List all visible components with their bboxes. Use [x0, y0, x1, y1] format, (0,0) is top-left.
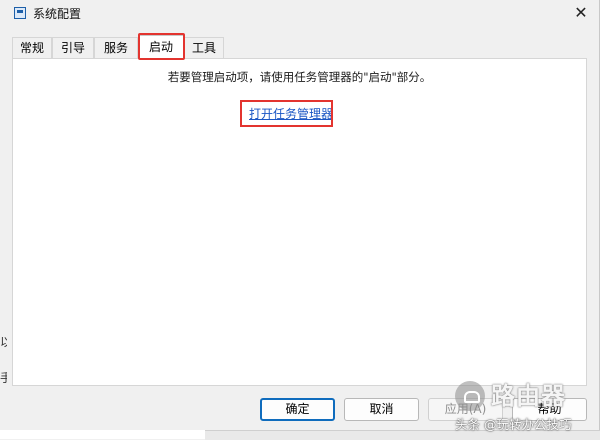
tab-tools[interactable]: 工具: [184, 37, 224, 58]
tab-boot[interactable]: 引导: [52, 37, 94, 58]
highlight-box-startup-tab: [138, 33, 185, 60]
title-bar[interactable]: 系统配置 ✕: [0, 0, 599, 30]
cancel-button[interactable]: 取消: [344, 398, 419, 421]
background-text-fragment: 以: [0, 335, 7, 349]
startup-info-text: 若要管理启动项，请使用任务管理器的"启动"部分。: [167, 70, 432, 84]
system-config-window: 系统配置 ✕ 常规 引导 服务 启动 工具 若要管理启动项，请使用任务管理器的"…: [0, 0, 600, 431]
help-button[interactable]: 帮助: [512, 398, 587, 421]
background-text-fragment: 手: [0, 371, 7, 385]
close-button[interactable]: ✕: [566, 2, 596, 26]
tab-services[interactable]: 服务: [94, 37, 138, 58]
highlight-box-task-manager-link: [240, 100, 333, 127]
apply-button[interactable]: 应用(A): [428, 398, 503, 421]
tab-general[interactable]: 常规: [12, 37, 52, 58]
desktop-strip: [0, 430, 600, 440]
window-title: 系统配置: [33, 7, 82, 21]
ok-button[interactable]: 确定: [260, 398, 335, 421]
system-config-icon: [14, 7, 26, 19]
